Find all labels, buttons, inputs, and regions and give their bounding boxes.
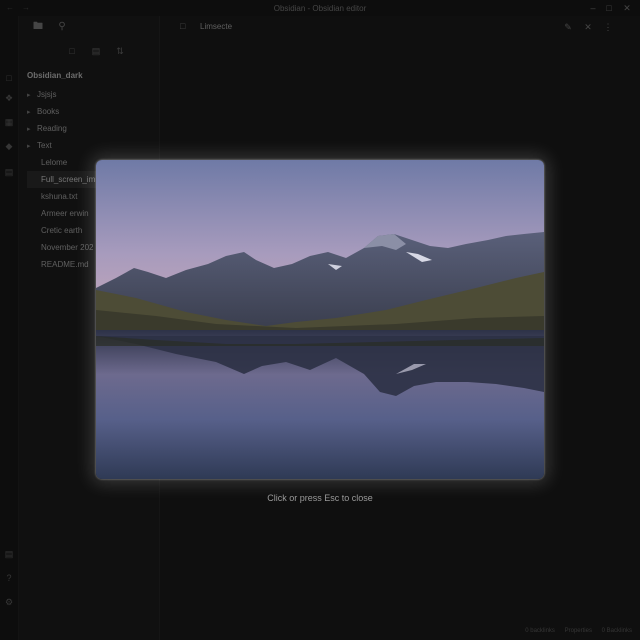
fullscreen-image[interactable] bbox=[96, 160, 544, 479]
close-hint: Click or press Esc to close bbox=[267, 493, 373, 503]
mountain-lake-image bbox=[96, 160, 544, 479]
